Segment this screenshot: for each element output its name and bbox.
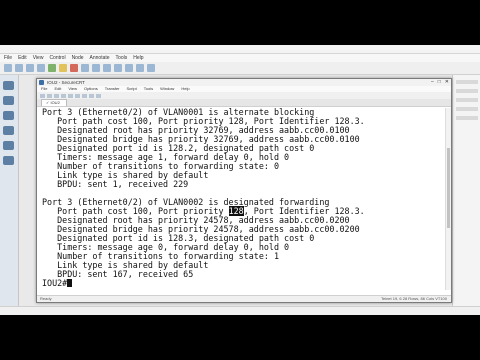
menu-edit[interactable]: Edit (54, 86, 61, 92)
bg-menu-annotate[interactable]: Annotate (90, 54, 110, 62)
status-ready: Ready (40, 296, 52, 301)
end-device-icon[interactable] (3, 111, 14, 120)
reload-icon[interactable] (81, 64, 89, 72)
bg-menu-tools[interactable]: Tools (116, 54, 128, 62)
bg-menu-view[interactable]: View (33, 54, 44, 62)
panel-entry[interactable] (456, 116, 478, 120)
prompt-line: IOU2# (42, 278, 73, 288)
copy-icon[interactable] (68, 93, 73, 98)
router-icon[interactable] (3, 81, 14, 90)
console-icon[interactable] (37, 64, 45, 72)
rectangle-icon[interactable] (114, 64, 122, 72)
window-title: IOU2 - SecureCRT (47, 80, 85, 85)
terminal-toolbar (37, 92, 451, 99)
minimize-button[interactable]: – (431, 79, 434, 86)
panel-entry[interactable] (456, 89, 478, 93)
bg-menu-help[interactable]: Help (133, 54, 143, 62)
folder-icon[interactable] (4, 64, 12, 72)
play-icon[interactable] (48, 64, 56, 72)
menu-file[interactable]: File (41, 86, 47, 92)
zoom-out-icon[interactable] (147, 64, 155, 72)
window-controls: – □ ✕ (431, 79, 449, 86)
panel-entry[interactable] (456, 107, 478, 111)
menu-script[interactable]: Script (127, 86, 137, 92)
disconnect-icon[interactable] (61, 93, 66, 98)
prompt: IOU2# (42, 278, 68, 288)
desktop-area: File Edit View Control Node Annotate Too… (0, 45, 480, 315)
terminal-line: BPDU: sent 1, received 229 (42, 179, 189, 189)
background-app-toolbar (0, 62, 480, 75)
snapshot-icon[interactable] (26, 64, 34, 72)
panel-entry[interactable] (456, 80, 478, 84)
menu-tools[interactable]: Tools (144, 86, 153, 92)
background-app-menubar: File Edit View Control Node Annotate Too… (0, 54, 480, 62)
session-tabbar: ✓ IOU2 (37, 99, 451, 107)
all-devices-icon[interactable] (3, 141, 14, 150)
text-cursor (67, 279, 73, 287)
ellipse-icon[interactable] (125, 64, 133, 72)
security-device-icon[interactable] (3, 126, 14, 135)
connect-icon[interactable] (40, 93, 45, 98)
link-icon[interactable] (3, 156, 14, 165)
stop-icon[interactable] (70, 64, 78, 72)
close-button[interactable]: ✕ (445, 79, 449, 86)
device-palette (0, 75, 19, 315)
reconnect-icon[interactable] (54, 93, 59, 98)
app-icon (39, 80, 44, 85)
bg-menu-file[interactable]: File (4, 54, 12, 62)
find-icon[interactable] (82, 93, 87, 98)
menu-view[interactable]: View (68, 86, 77, 92)
menu-transfer[interactable]: Transfer (105, 86, 120, 92)
terminal-window: IOU2 - SecureCRT – □ ✕ File Edit View Op… (36, 78, 452, 303)
background-app-titlebar (0, 45, 480, 54)
menu-window[interactable]: Window (160, 86, 174, 92)
settings-icon[interactable] (96, 93, 101, 98)
bg-menu-node[interactable]: Node (72, 54, 84, 62)
save-icon[interactable] (15, 64, 23, 72)
topology-summary-panel (452, 75, 480, 315)
pause-icon[interactable] (59, 64, 67, 72)
vertical-scrollbar[interactable] (445, 108, 451, 290)
print-icon[interactable] (89, 93, 94, 98)
quick-connect-icon[interactable] (47, 93, 52, 98)
scrollbar-thumb[interactable] (447, 148, 450, 228)
zoom-in-icon[interactable] (136, 64, 144, 72)
status-connection-info: Telnet 19, 6 28 Rows, 86 Cols VT100 (380, 296, 447, 301)
bg-menu-control[interactable]: Control (49, 54, 65, 62)
picture-icon[interactable] (103, 64, 111, 72)
switch-icon[interactable] (3, 96, 14, 105)
tab-iou2[interactable]: ✓ IOU2 (41, 99, 67, 106)
background-app-statusbar (0, 306, 480, 315)
menu-help[interactable]: Help (181, 86, 189, 92)
paste-icon[interactable] (75, 93, 80, 98)
note-icon[interactable] (92, 64, 100, 72)
panel-entry[interactable] (456, 98, 478, 102)
bg-menu-edit[interactable]: Edit (18, 54, 27, 62)
menu-options[interactable]: Options (84, 86, 98, 92)
terminal-statusbar: Ready Telnet 19, 6 28 Rows, 86 Cols VT10… (37, 295, 451, 302)
maximize-button[interactable]: □ (438, 79, 441, 86)
terminal-window-titlebar: IOU2 - SecureCRT – □ ✕ (37, 79, 451, 86)
terminal-output[interactable]: Port 3 (Ethernet0/2) of VLAN0001 is alte… (42, 108, 440, 290)
